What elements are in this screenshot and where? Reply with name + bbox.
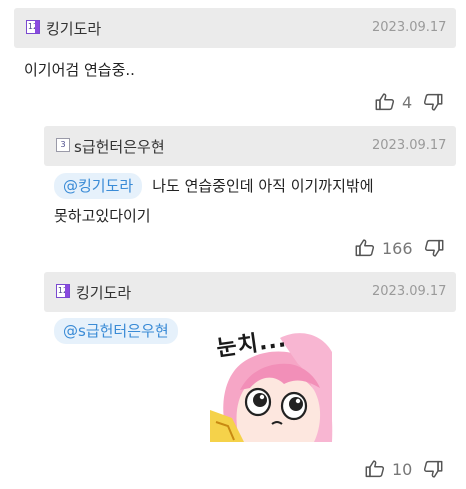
reply-header: 12 킹기도라 2023.09.17 xyxy=(44,272,456,312)
sticker-image: 눈치... xyxy=(210,318,335,442)
vote-bar: 166 xyxy=(354,236,445,260)
upvote-count: 4 xyxy=(402,92,413,112)
comment-date: 2023.09.17 xyxy=(372,138,447,153)
comment-text-line2: 못하고있다이기 xyxy=(54,207,151,225)
thumbs-up-icon[interactable] xyxy=(374,91,396,113)
comment-author[interactable]: 킹기도라 xyxy=(46,18,101,39)
comment-text: 이기어검 연습중.. xyxy=(24,61,135,79)
comment-text: @s급헌터은우현 xyxy=(54,316,188,346)
comment-author[interactable]: s급헌터은우현 xyxy=(74,136,165,157)
vote-bar: 10 xyxy=(364,457,444,481)
upvote-count: 10 xyxy=(392,459,413,479)
reply-header: 3 s급헌터은우현 2023.09.17 xyxy=(44,126,456,166)
thumbs-up-icon[interactable] xyxy=(354,237,376,259)
thumbs-down-icon[interactable] xyxy=(423,237,445,259)
comment-date: 2023.09.17 xyxy=(372,284,447,299)
comment-text-line1: 나도 연습중인데 아직 이기까지밖에 xyxy=(152,177,374,195)
comment-text: @킹기도라 나도 연습중인데 아직 이기까지밖에 xyxy=(54,171,374,201)
upvote-count: 166 xyxy=(382,238,413,258)
thumbs-down-icon[interactable] xyxy=(422,458,444,480)
mention-link[interactable]: @s급헌터은우현 xyxy=(54,318,178,344)
thumbs-down-icon[interactable] xyxy=(422,91,444,113)
vote-bar: 4 xyxy=(374,90,444,114)
thumbs-up-icon[interactable] xyxy=(364,458,386,480)
comment-date: 2023.09.17 xyxy=(372,20,447,35)
level-badge-icon: 12 xyxy=(26,20,40,34)
level-badge-icon: 12 xyxy=(56,284,70,298)
mention-link[interactable]: @킹기도라 xyxy=(54,173,143,199)
comment-author[interactable]: 킹기도라 xyxy=(76,282,131,303)
level-badge-icon: 3 xyxy=(56,138,70,152)
comment-header: 12 킹기도라 2023.09.17 xyxy=(14,8,456,48)
